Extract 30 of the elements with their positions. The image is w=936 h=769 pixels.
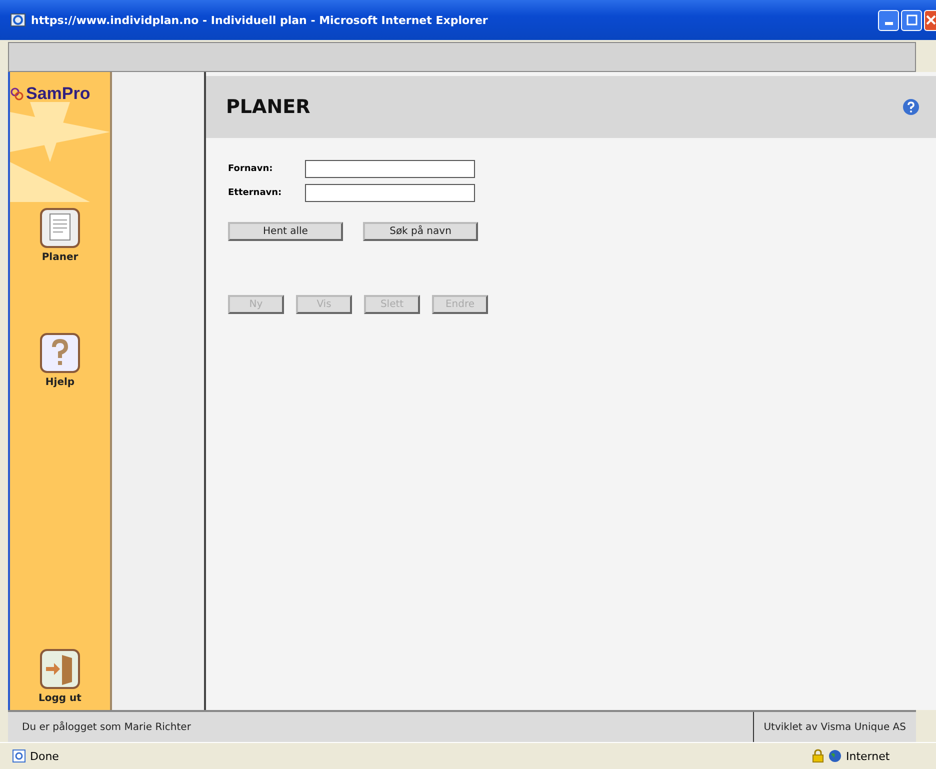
logo-icon — [10, 87, 24, 101]
field-label: Etternavn: — [228, 188, 283, 198]
page-icon — [12, 749, 26, 763]
document-icon — [40, 208, 80, 248]
page-heading: PLANER — [226, 96, 310, 118]
close-button[interactable] — [924, 10, 936, 30]
minimize-icon — [884, 22, 892, 25]
window-title: https://www.individplan.no - Individuell plan - Microsoft Internet Explorer — [31, 14, 488, 26]
field-label: Fornavn: — [228, 164, 274, 174]
minimize-button[interactable] — [878, 10, 899, 30]
login-status: Du er pålogget som Marie Richter — [21, 722, 192, 732]
nav-item[interactable]: Planer — [40, 208, 80, 263]
status-text: Done — [30, 750, 59, 762]
nav-item[interactable]: Hjelp — [40, 333, 80, 388]
nav-item[interactable]: Logg ut — [38, 649, 82, 704]
maximize-icon — [904, 13, 918, 27]
globe-icon — [828, 749, 842, 763]
close-icon — [926, 13, 936, 27]
maximize-button[interactable] — [901, 10, 922, 30]
input-field[interactable] — [305, 184, 475, 202]
door-icon — [40, 649, 80, 689]
search-button[interactable]: Hent alle — [228, 222, 343, 241]
input-field[interactable] — [305, 160, 475, 178]
search-button[interactable]: Søk på navn — [363, 222, 478, 241]
lock-icon — [812, 749, 824, 763]
help-button[interactable] — [902, 98, 920, 116]
browser-icon — [10, 12, 26, 28]
help-icon — [40, 333, 80, 373]
logo-text: SamPro — [26, 84, 90, 104]
zone-text: Internet — [846, 750, 891, 762]
